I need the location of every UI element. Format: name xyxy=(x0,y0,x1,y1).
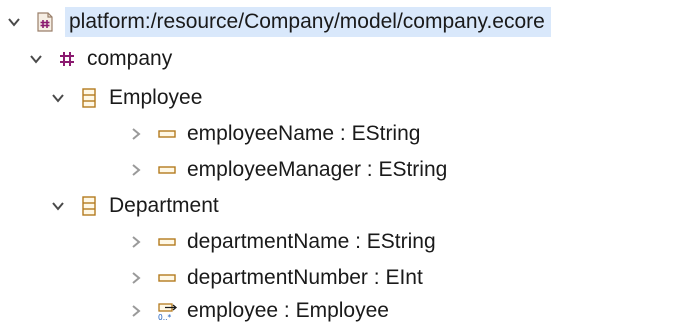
tree-label-class[interactable]: Department xyxy=(109,191,219,221)
eattribute-icon xyxy=(156,123,178,145)
chevron-right-icon[interactable] xyxy=(126,124,146,144)
tree-label-feature[interactable]: employee : Employee xyxy=(187,296,389,326)
tree-label-feature[interactable]: departmentName : EString xyxy=(187,227,436,257)
eattribute-icon xyxy=(156,267,178,289)
tree-label-feature[interactable]: employeeManager : EString xyxy=(187,155,447,185)
chevron-down-icon[interactable] xyxy=(26,49,46,69)
tree-row-root[interactable]: platform:/resource/Company/model/company… xyxy=(4,4,551,40)
tree-row-class-department[interactable]: Department xyxy=(48,188,219,224)
tree-row-attribute[interactable]: employeeName : EString xyxy=(126,116,420,152)
tree-row-class-employee[interactable]: Employee xyxy=(48,80,202,116)
tree-label-package[interactable]: company xyxy=(87,44,172,74)
tree-label-class[interactable]: Employee xyxy=(109,83,202,113)
tree-label-root[interactable]: platform:/resource/Company/model/company… xyxy=(65,7,551,37)
tree-label-feature[interactable]: employeeName : EString xyxy=(187,119,420,149)
tree-row-attribute[interactable]: employeeManager : EString xyxy=(126,152,447,188)
ecore-resource-icon xyxy=(34,11,56,33)
model-tree: platform:/resource/Company/model/company… xyxy=(0,0,691,329)
tree-row-reference[interactable]: 0..* employee : Employee xyxy=(126,293,389,329)
chevron-right-icon[interactable] xyxy=(126,232,146,252)
tree-row-attribute[interactable]: departmentName : EString xyxy=(126,224,436,260)
chevron-right-icon[interactable] xyxy=(126,160,146,180)
chevron-right-icon[interactable] xyxy=(126,268,146,288)
eattribute-icon xyxy=(156,159,178,181)
tree-label-feature[interactable]: departmentNumber : EInt xyxy=(187,263,423,293)
ereference-many-icon: 0..* xyxy=(156,300,178,322)
tree-row-package[interactable]: company xyxy=(26,41,172,77)
chevron-right-icon[interactable] xyxy=(126,301,146,321)
tree-row-attribute[interactable]: departmentNumber : EInt xyxy=(126,260,423,296)
multiplicity-label: 0..* xyxy=(158,313,172,322)
epackage-icon xyxy=(56,48,78,70)
eattribute-icon xyxy=(156,231,178,253)
eclass-icon xyxy=(78,195,100,217)
chevron-down-icon[interactable] xyxy=(48,88,68,108)
chevron-down-icon[interactable] xyxy=(4,12,24,32)
eclass-icon xyxy=(78,87,100,109)
chevron-down-icon[interactable] xyxy=(48,196,68,216)
